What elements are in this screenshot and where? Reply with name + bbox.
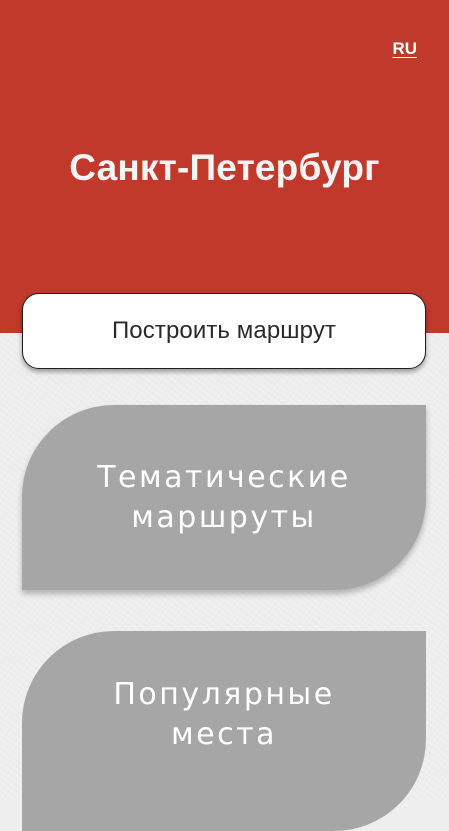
popular-places-label: Популярные места <box>113 677 335 752</box>
thematic-routes-label: Тематические маршруты <box>97 459 351 535</box>
build-route-button[interactable]: Построить маршрут <box>22 293 426 369</box>
header-banner: RU Санкт-Петербург <box>0 0 449 333</box>
thematic-routes-card[interactable]: Тематические маршруты <box>22 405 426 590</box>
popular-places-card[interactable]: Популярные места <box>22 631 426 831</box>
language-toggle[interactable]: RU <box>392 39 417 59</box>
build-route-label: Построить маршрут <box>111 317 337 344</box>
city-title: Санкт-Петербург <box>69 147 380 188</box>
